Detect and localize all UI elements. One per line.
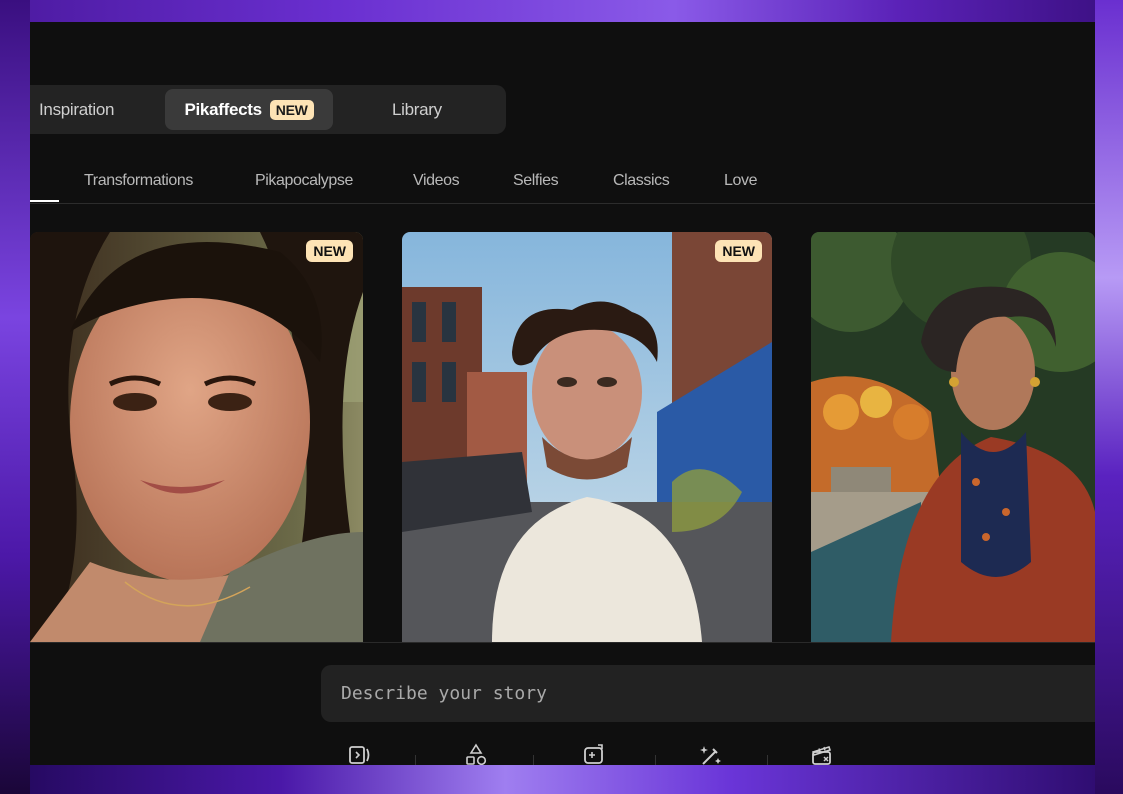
tab-inspiration[interactable]: Inspiration [39, 89, 114, 130]
clapperboard-icon[interactable] [809, 742, 835, 765]
category-love[interactable]: Love [724, 172, 758, 190]
woman-portrait-image [30, 232, 363, 642]
effect-card-woman-plaid[interactable] [811, 232, 1095, 642]
category-transformations[interactable]: Transformations [84, 172, 193, 190]
tab-library-label: Library [392, 99, 442, 119]
story-prompt-input[interactable] [321, 665, 1095, 722]
tab-pikaffects-label: Pikaffects [184, 99, 262, 119]
category-classics[interactable]: Classics [613, 172, 670, 190]
new-badge: NEW [715, 240, 762, 262]
tab-library[interactable]: Library [392, 89, 442, 130]
toolbar-divider [533, 755, 534, 765]
toolbar-divider [767, 755, 768, 765]
background-glow-bottom [0, 765, 1123, 794]
woman-plaid-image [811, 232, 1095, 642]
new-badge: NEW [306, 240, 353, 262]
category-pikapocalypse[interactable]: Pikapocalypse [255, 172, 353, 190]
man-street-image [402, 232, 772, 642]
category-videos[interactable]: Videos [413, 172, 460, 190]
category-tabs: ll Transformations Pikapocalypse Videos … [30, 160, 1095, 204]
background-glow-left [0, 0, 30, 794]
toolbar-divider [415, 755, 416, 765]
add-frame-icon[interactable] [581, 742, 607, 765]
shapes-icon[interactable] [463, 742, 489, 765]
tab-pikaffects[interactable]: Pikaffects NEW [165, 89, 333, 130]
background-glow-right [1095, 0, 1123, 794]
mode-tabs: Inspiration Pikaffects NEW Library [30, 85, 506, 134]
background-glow-top [0, 0, 1123, 22]
effect-card-woman-portrait[interactable]: NEW [30, 232, 363, 642]
prompt-bar [30, 642, 1095, 765]
new-badge: NEW [269, 99, 314, 120]
tab-inspiration-label: Inspiration [39, 99, 115, 119]
toolbar-divider [655, 755, 656, 765]
effect-card-man-street[interactable]: NEW [402, 232, 772, 642]
category-selfies[interactable]: Selfies [513, 172, 559, 190]
active-category-underline [30, 200, 59, 202]
app-window: Inspiration Pikaffects NEW Library ll Tr… [30, 22, 1095, 765]
magic-wand-icon[interactable] [698, 742, 724, 765]
image-to-video-icon[interactable] [347, 742, 373, 765]
